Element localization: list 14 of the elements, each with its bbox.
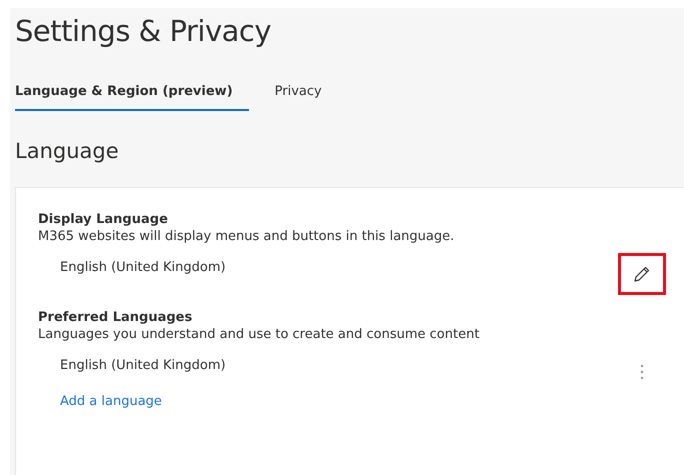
edit-button[interactable]: [618, 253, 666, 295]
add-language-link[interactable]: Add a language: [60, 394, 162, 409]
group-title: Preferred Languages: [38, 310, 194, 325]
language-name: English (United Kingdom): [60, 259, 226, 275]
pencil-icon: [633, 265, 651, 283]
group-title: Display Language: [38, 212, 169, 227]
page-title: Settings & Privacy: [15, 13, 272, 48]
more-icon: [640, 364, 644, 380]
group-description: M365 websites will display menus and buttons in this language.: [38, 229, 456, 244]
language-name: English (United Kingdom): [60, 357, 226, 373]
tab[interactable]: Privacy: [274, 84, 322, 111]
section-heading: Language: [15, 139, 120, 163]
group-description: Languages you understand and use to create and consume content: [38, 327, 480, 342]
tab[interactable]: Language & Region (preview): [15, 84, 249, 111]
